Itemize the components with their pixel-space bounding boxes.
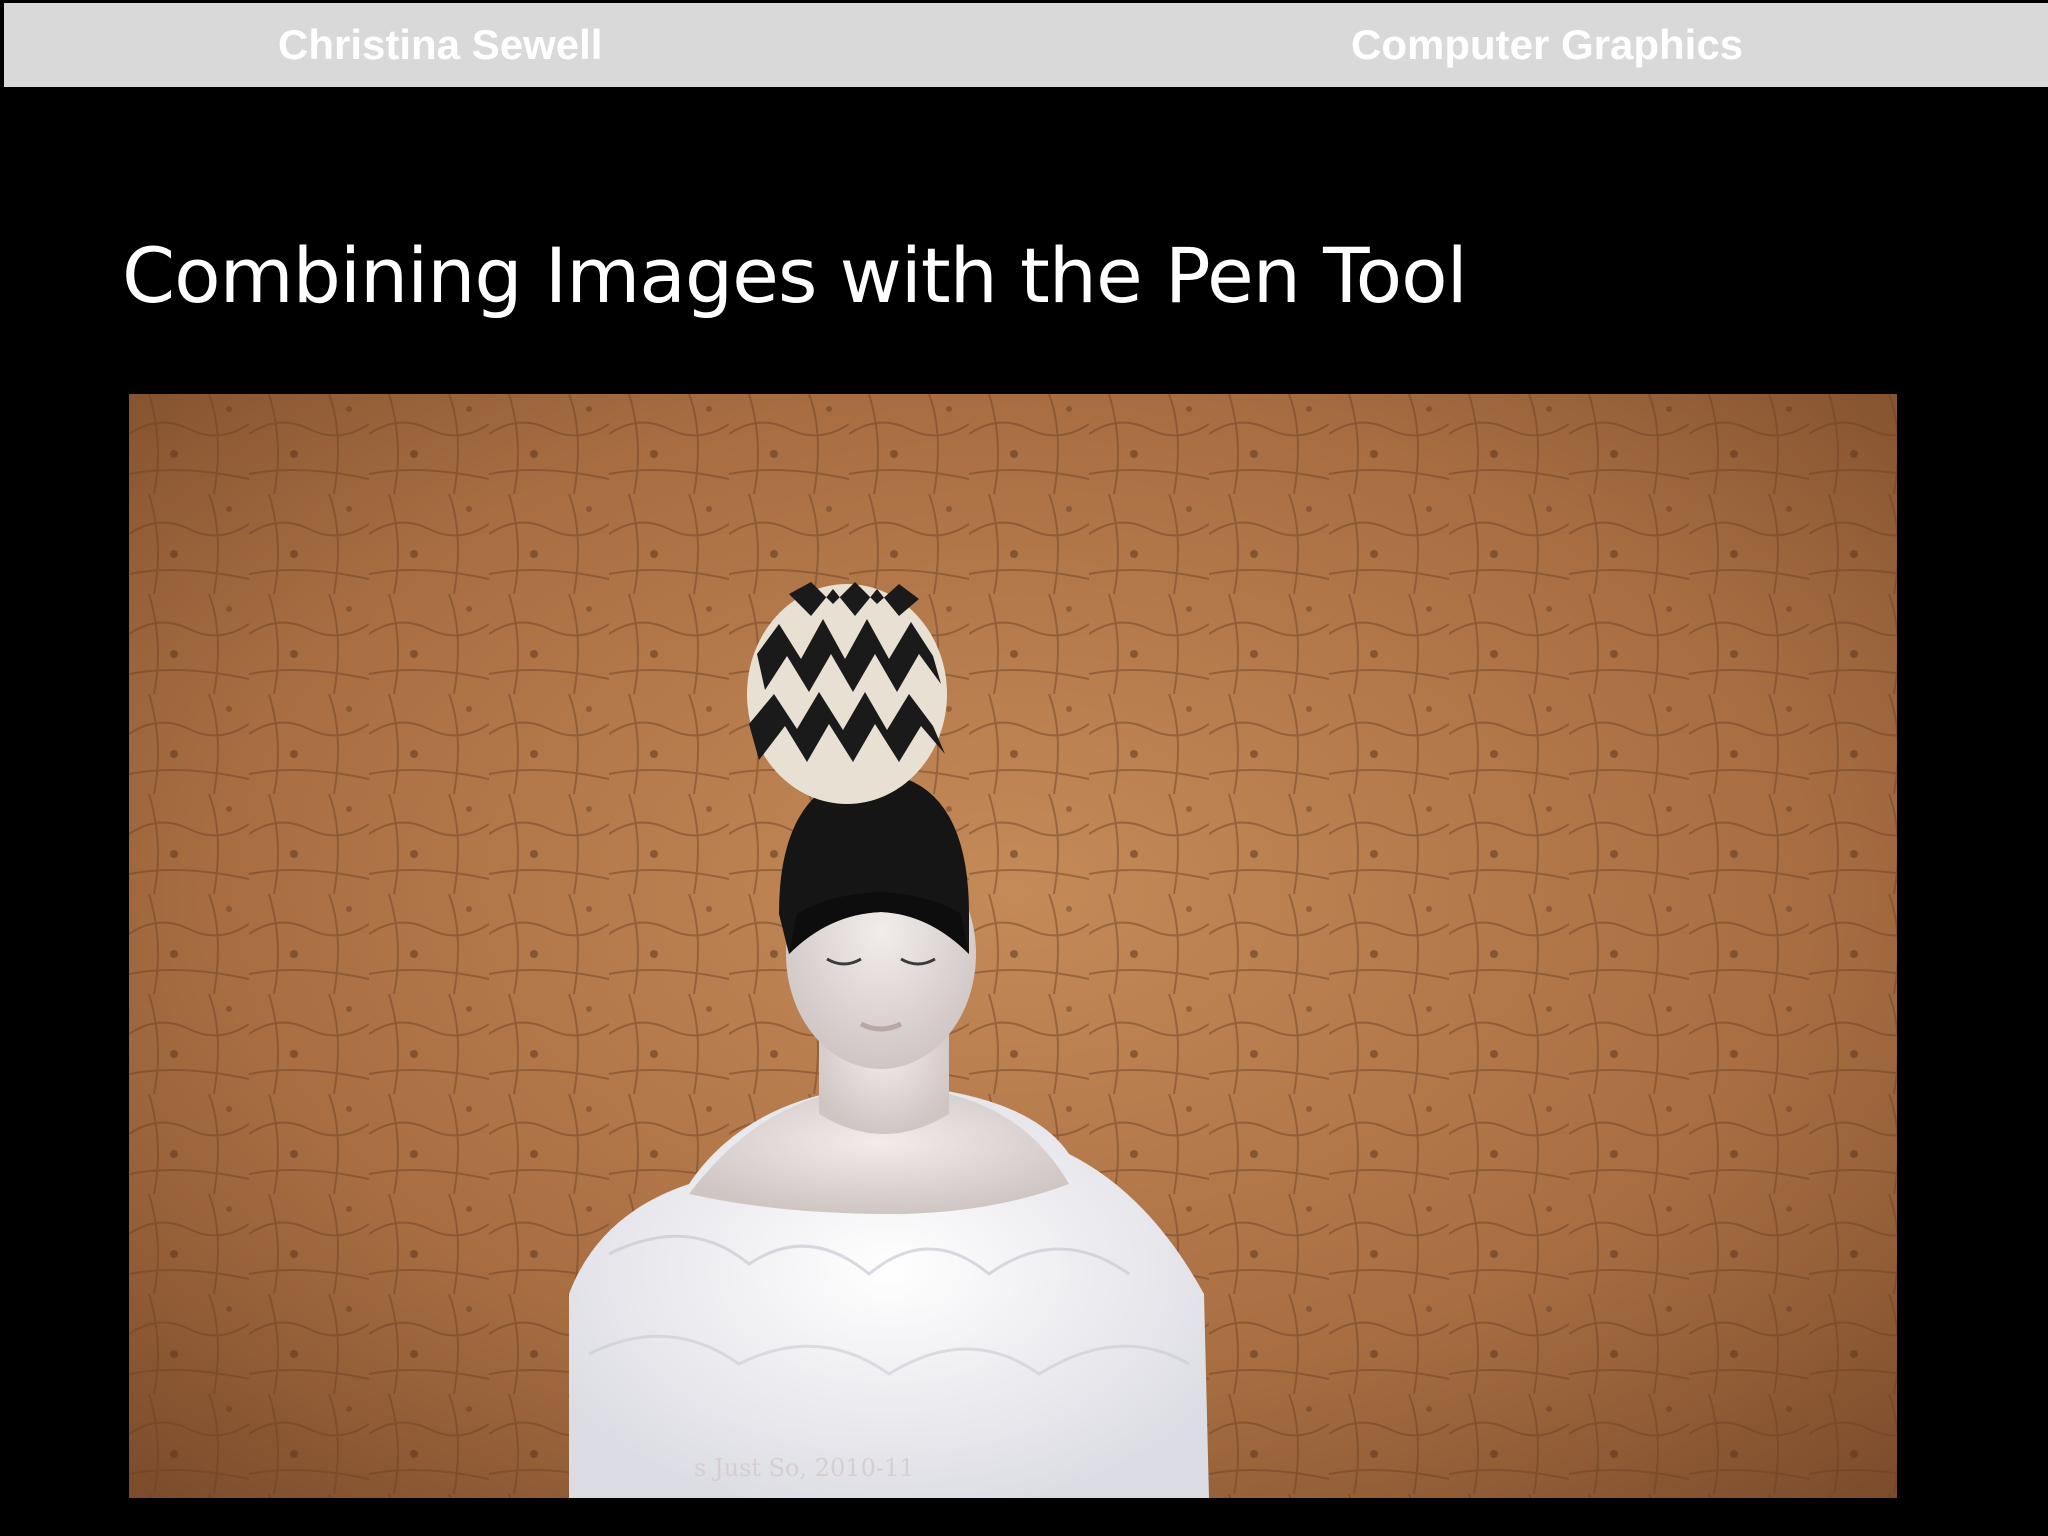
slide: Christina Sewell Computer Graphics Combi… [0, 0, 2048, 1536]
header-bar: Christina Sewell Computer Graphics [4, 3, 2048, 87]
composited-photo [129, 394, 1897, 1498]
slide-title: Combining Images with the Pen Tool [122, 231, 1468, 320]
author-name: Christina Sewell [278, 21, 603, 68]
composited-portrait-image [129, 394, 1897, 1498]
photo-caption: s Just So, 2010-11 [694, 1454, 915, 1482]
course-name: Computer Graphics [1351, 21, 1744, 68]
